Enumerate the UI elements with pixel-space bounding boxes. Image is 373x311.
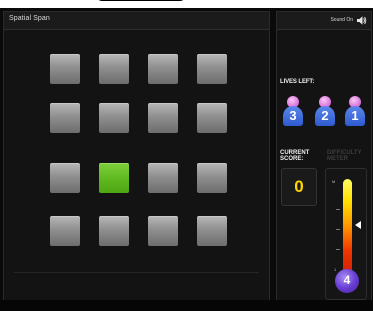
difficulty-meter: M 1 4 — [325, 168, 367, 300]
score-box: 0 — [281, 168, 317, 206]
meter-max-label: M — [332, 179, 336, 184]
life-number: 1 — [351, 108, 359, 123]
game-window: Spatial Span Sound On LIVES LEFT: 3 2 1 CU… — [0, 8, 373, 311]
score-value: 0 — [294, 177, 304, 196]
grid-tile[interactable] — [148, 54, 178, 84]
grid-tile[interactable] — [197, 163, 227, 193]
grid-tile[interactable] — [197, 216, 227, 246]
difficulty-level: 4 — [343, 273, 351, 287]
grid-tile[interactable] — [148, 103, 178, 133]
cropped-shape — [96, 0, 186, 1]
grid-tile[interactable] — [99, 54, 129, 84]
lit-tile[interactable] — [99, 163, 129, 193]
status-panel: Sound On LIVES LEFT: 321 CURRENT SCORE: … — [276, 11, 372, 301]
meter-tick — [336, 209, 340, 210]
bottom-band — [0, 300, 373, 311]
grid-tile[interactable] — [99, 216, 129, 246]
meter-tick — [336, 249, 340, 250]
life-number: 3 — [289, 108, 297, 123]
thermometer-bulb: 4 — [335, 269, 359, 293]
life-icon: 2 — [314, 96, 336, 128]
grid-tile[interactable] — [50, 103, 80, 133]
speaker-icon[interactable] — [356, 15, 367, 26]
grid-tile[interactable] — [148, 163, 178, 193]
grid-tile[interactable] — [197, 54, 227, 84]
life-icon: 1 — [344, 96, 366, 128]
sound-toggle-label[interactable]: Sound On — [330, 17, 353, 23]
status-header: Sound On — [277, 12, 371, 30]
meter-pointer-icon — [355, 220, 361, 229]
grid-tile[interactable] — [50, 54, 80, 84]
meter-min-label: 1 — [334, 267, 337, 272]
difficulty-label: DIFFICULTY METER — [327, 150, 362, 162]
meter-tick — [336, 229, 340, 230]
grid-tile[interactable] — [99, 103, 129, 133]
grid-tile[interactable] — [148, 216, 178, 246]
game-title: Spatial Span — [9, 15, 50, 22]
thermometer-tube — [343, 179, 352, 281]
board-header: Spatial Span — [4, 12, 269, 30]
score-label: CURRENT SCORE: — [280, 150, 310, 162]
board-panel: Spatial Span — [3, 11, 270, 301]
life-number: 2 — [321, 108, 329, 123]
top-strip — [0, 0, 373, 8]
board-divider — [14, 272, 259, 273]
grid-tile[interactable] — [197, 103, 227, 133]
life-icon: 3 — [282, 96, 304, 128]
lives-label: LIVES LEFT: — [280, 79, 315, 85]
grid-tile[interactable] — [50, 163, 80, 193]
grid-tile[interactable] — [50, 216, 80, 246]
